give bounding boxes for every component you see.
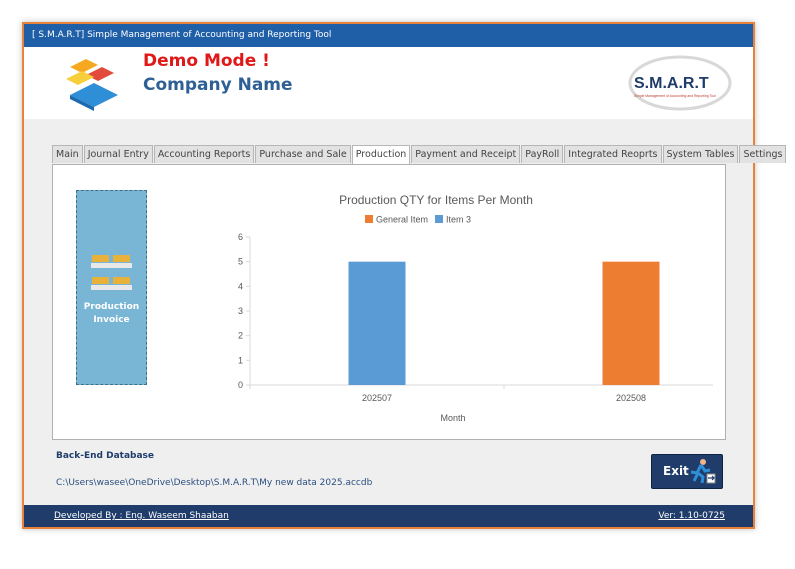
backend-db-title: Back-End Database	[56, 451, 154, 461]
y-tick-label: 0	[238, 380, 243, 390]
legend-label: General Item	[376, 215, 428, 225]
backend-db-title-text: Back-End Database	[56, 451, 155, 461]
tab-payroll[interactable]: PayRoll	[521, 145, 564, 163]
tab-journal-entry[interactable]: Journal Entry	[83, 145, 153, 163]
x-tick-label: 202507	[362, 393, 392, 403]
backend-db-path: C:\Users\wasee\OneDrive\Desktop\S.M.A.R.…	[56, 478, 373, 488]
smart-brand-logo: S.M.A.R.T Simple Management of Accountin…	[622, 55, 732, 113]
exit-button[interactable]: Exit	[651, 454, 723, 489]
tab-bar: Main Journal Entry Accounting Reports Purch…	[52, 145, 787, 165]
tab-settings[interactable]: Settings	[739, 145, 787, 163]
version-label: Ver: 1.10-0725	[658, 511, 725, 521]
legend-swatch	[365, 215, 373, 223]
status-bar: Developed By : Eng. Waseem Shaaban Ver: …	[24, 505, 753, 527]
tab-integrated-reoprts[interactable]: Integrated Reoprts	[564, 145, 662, 163]
tab-purchase-and-sale[interactable]: Purchase and Sale	[255, 145, 351, 163]
legend-swatch	[435, 215, 443, 223]
x-tick-label: 202508	[616, 393, 646, 403]
window-title: [ S.M.A.R.T] Simple Management of Accoun…	[24, 24, 753, 47]
chart-bars	[348, 261, 660, 385]
legend-label: Item 3	[446, 215, 471, 225]
tab-system-tables[interactable]: System Tables	[662, 145, 739, 163]
brand-swoosh-icon: S.M.A.R.T Simple Management of Accountin…	[628, 55, 732, 111]
production-panel: Production Invoice Production QTY for It…	[52, 164, 726, 440]
chart-legend: General Item Item 3	[365, 215, 471, 225]
production-invoice-button[interactable]: Production Invoice	[76, 190, 147, 385]
company-name: Company Name	[143, 75, 293, 95]
production-invoice-label-2: Invoice	[93, 315, 130, 325]
production-invoice-label-1: Production	[83, 302, 140, 312]
y-tick-label: 1	[238, 355, 243, 365]
y-tick-label: 3	[238, 306, 243, 316]
demo-mode-label: Demo Mode !	[143, 51, 270, 71]
y-tick-label: 2	[238, 331, 243, 341]
y-tick-label: 5	[238, 257, 243, 267]
tab-main[interactable]: Main	[52, 145, 83, 163]
y-tick-label: 4	[238, 281, 243, 291]
developer-credit: Developed By : Eng. Waseem Shaaban	[54, 511, 229, 521]
brand-text: S.M.A.R.T	[634, 75, 709, 92]
x-axis-label: Month	[440, 413, 465, 423]
tab-payment-and-receipt[interactable]: Payment and Receipt	[411, 145, 521, 163]
app-header: Demo Mode ! Company Name S.M.A.R.T Simpl…	[24, 47, 753, 119]
app-logo-icon	[66, 59, 118, 111]
production-chart: Production QTY for Items Per Month Gener…	[238, 193, 713, 423]
brand-subtitle: Simple Management of Accounting and Repo…	[634, 94, 716, 98]
y-tick-label: 6	[238, 232, 243, 242]
chart-title: Production QTY for Items Per Month	[339, 193, 533, 207]
tab-accounting-reports[interactable]: Accounting Reports	[153, 145, 255, 163]
tab-production[interactable]: Production	[351, 145, 411, 165]
running-exit-icon	[690, 459, 716, 484]
bar-general-item-202508	[602, 261, 660, 385]
production-boxes-icon	[91, 255, 132, 290]
app-window: [ S.M.A.R.T] Simple Management of Accoun…	[22, 22, 787, 529]
bar-item-3-202507	[348, 261, 406, 385]
